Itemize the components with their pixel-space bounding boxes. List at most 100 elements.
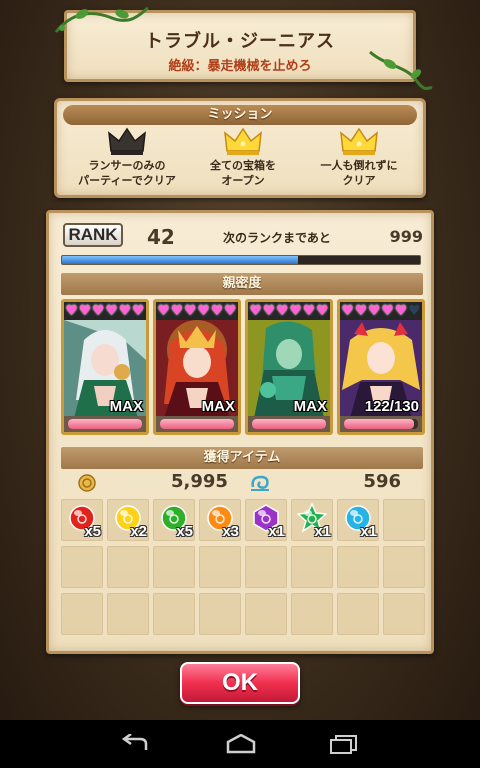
affinity-hearts: ♥ ♥ ♥ ♥ ♥ ♥ xyxy=(248,302,330,320)
item-quantity: x2 xyxy=(130,523,147,540)
item-slot: x3 xyxy=(199,499,241,541)
character-card[interactable]: ♥ ♥ ♥ ♥ ♥ ♥ MAX xyxy=(61,299,149,435)
mission-item: 一人も倒れずに クリア xyxy=(299,127,419,187)
bond-fill xyxy=(68,419,142,429)
item-slot xyxy=(199,593,241,635)
heart-icon: ♥ xyxy=(118,303,132,319)
mission-item: ランサーのみの パーティーでクリア xyxy=(67,127,187,187)
heart-icon: ♥ xyxy=(354,303,368,319)
item-slot: x5 xyxy=(153,499,195,541)
currency-row: 5,995 596 xyxy=(61,471,423,495)
heart-icon: ♥ xyxy=(316,303,329,319)
affinity-hearts: ♥ ♥ ♥ ♥ ♥ ♥ xyxy=(64,302,146,320)
quest-subtitle: 絶級：暴走機械を止めろ xyxy=(168,59,312,74)
item-slot xyxy=(291,593,333,635)
bond-fill xyxy=(344,419,414,429)
ok-button[interactable]: OK xyxy=(180,662,300,704)
bond-bar xyxy=(64,416,146,432)
heart-icon: ♥ xyxy=(394,303,408,319)
affinity-header: 親密度 xyxy=(61,273,423,295)
item-grid: x5 x2 x5 x3 x1 x1 x1 xyxy=(61,499,427,637)
next-rank-label: 次のランクまであと xyxy=(223,231,331,245)
character-card[interactable]: ♥ ♥ ♥ ♥ ♥ ♥ MAX xyxy=(153,299,241,435)
heart-icon: ♥ xyxy=(249,303,262,319)
heart-icon: ♥ xyxy=(105,303,118,319)
recent-apps-icon[interactable] xyxy=(328,734,360,754)
affinity-hearts: ♥ ♥ ♥ ♥ ♥ ♥ xyxy=(340,302,422,320)
gold-value: 5,995 xyxy=(171,471,228,492)
crown-icon xyxy=(340,127,378,155)
vine-ornament-icon xyxy=(369,50,433,90)
item-slot xyxy=(61,593,103,635)
item-quantity: x1 xyxy=(314,523,331,540)
item-slot: x1 xyxy=(245,499,287,541)
mission-text: ランサーのみの xyxy=(88,159,166,172)
points-value: 596 xyxy=(363,471,401,492)
item-slot xyxy=(199,546,241,588)
item-quantity: x3 xyxy=(222,523,239,540)
vine-ornament-icon xyxy=(54,6,149,33)
item-quantity: x5 xyxy=(84,523,101,540)
bond-bar xyxy=(340,416,422,432)
home-icon[interactable] xyxy=(224,734,258,754)
crown-icon xyxy=(224,127,262,155)
heart-icon: ♥ xyxy=(381,303,394,319)
heart-icon: ♥ xyxy=(78,303,92,319)
heart-icon: ♥ xyxy=(302,303,316,319)
heart-icon: ♥ xyxy=(170,303,184,319)
item-slot xyxy=(337,546,379,588)
card-level: MAX xyxy=(109,398,143,415)
results-panel: RANK 42 次のランクまであと 999 親密度 ♥ ♥ ♥ ♥ ♥ ♥ MAX ♥ ♥ ♥… xyxy=(46,210,434,654)
coin-icon xyxy=(78,474,96,492)
heart-icon: ♥ xyxy=(197,303,210,319)
mission-text: クリア xyxy=(342,174,376,187)
bond-bar xyxy=(156,416,238,432)
rank-label: RANK xyxy=(63,223,123,247)
character-card[interactable]: ♥ ♥ ♥ ♥ ♥ ♥ 122/130 xyxy=(337,299,425,435)
item-slot: x2 xyxy=(107,499,149,541)
item-slot xyxy=(245,593,287,635)
rank-section: RANK 42 次のランクまであと 999 xyxy=(57,221,423,267)
affinity-hearts: ♥ ♥ ♥ ♥ ♥ ♥ xyxy=(156,302,238,320)
item-slot xyxy=(153,593,195,635)
item-slot xyxy=(291,546,333,588)
item-slot: x1 xyxy=(291,499,333,541)
heart-icon: ♥ xyxy=(289,303,302,319)
item-slot: x5 xyxy=(61,499,103,541)
heart-icon: ♥ xyxy=(408,303,421,319)
heart-icon: ♥ xyxy=(210,303,224,319)
heart-icon: ♥ xyxy=(224,303,237,319)
item-slot: x1 xyxy=(337,499,379,541)
mission-header: ミッション xyxy=(63,105,417,125)
item-quantity: x5 xyxy=(176,523,193,540)
exp-progress-bar xyxy=(61,255,421,265)
bond-fill xyxy=(160,419,234,429)
mission-panel: ミッション ランサーのみの パーティーでクリア 全ての宝箱を オープン 一人も倒… xyxy=(54,98,426,198)
mission-text: オープン xyxy=(221,174,265,187)
item-quantity: x1 xyxy=(360,523,377,540)
items-header: 獲得アイテム xyxy=(61,447,423,469)
heart-icon: ♥ xyxy=(276,303,289,319)
character-card[interactable]: ♥ ♥ ♥ ♥ ♥ ♥ MAX xyxy=(245,299,333,435)
heart-icon: ♥ xyxy=(65,303,78,319)
heart-icon: ♥ xyxy=(368,303,381,319)
mission-text: 全ての宝箱を xyxy=(210,159,276,172)
heart-icon: ♥ xyxy=(184,303,197,319)
back-icon[interactable] xyxy=(118,734,154,754)
item-slot xyxy=(383,593,425,635)
swirl-icon xyxy=(251,475,269,491)
crown-icon xyxy=(108,127,146,155)
card-level: MAX xyxy=(201,398,235,415)
item-slot xyxy=(383,499,425,541)
mission-item: 全ての宝箱を オープン xyxy=(183,127,303,187)
bond-bar xyxy=(248,416,330,432)
heart-icon: ♥ xyxy=(157,303,170,319)
mission-text: 一人も倒れずに xyxy=(320,159,398,172)
item-slot xyxy=(107,546,149,588)
system-nav-bar xyxy=(0,720,480,768)
item-slot xyxy=(107,593,149,635)
card-level: 122/130 xyxy=(364,398,419,415)
item-quantity: x1 xyxy=(268,523,285,540)
heart-icon: ♥ xyxy=(132,303,145,319)
item-slot xyxy=(383,546,425,588)
